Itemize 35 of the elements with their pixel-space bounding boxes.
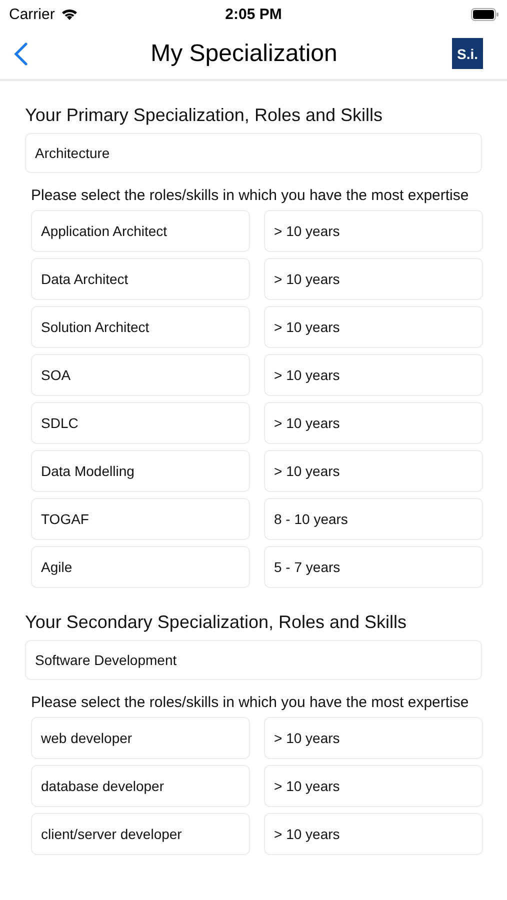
skill-field[interactable]: Application Architect <box>31 210 250 252</box>
specialization-field[interactable]: Architecture <box>25 133 482 173</box>
skill-field[interactable]: Solution Architect <box>31 306 250 348</box>
experience-field[interactable]: > 10 years <box>264 450 483 492</box>
logo: S.i. <box>452 38 483 69</box>
skill-field[interactable]: SDLC <box>31 402 250 444</box>
instruction-text: Please select the roles/skills in which you have the most expertise <box>31 187 470 205</box>
instruction-text: Please select the roles/skills in which you have the most expertise <box>31 694 470 712</box>
skill-field[interactable]: Data Architect <box>31 258 250 300</box>
skill-field[interactable]: database developer <box>31 765 250 807</box>
skill-field[interactable]: web developer <box>31 717 250 759</box>
experience-field[interactable]: > 10 years <box>264 210 483 252</box>
skill-field[interactable]: TOGAF <box>31 498 250 540</box>
experience-field[interactable]: > 10 years <box>264 717 483 759</box>
skill-field[interactable]: Data Modelling <box>31 450 250 492</box>
skill-field[interactable]: client/server developer <box>31 813 250 855</box>
experience-field[interactable]: > 10 years <box>264 765 483 807</box>
battery-icon <box>471 8 499 20</box>
specialization-field[interactable]: Software Development <box>25 640 482 680</box>
clock-time: 2:05 PM <box>225 6 282 22</box>
section-heading: Your Secondary Specialization, Roles and Skills <box>25 612 408 633</box>
experience-field[interactable]: > 10 years <box>264 402 483 444</box>
screen-title: My Specialization <box>150 40 338 68</box>
section-heading: Your Primary Specialization, Roles and Skills <box>25 105 384 126</box>
experience-field[interactable]: > 10 years <box>264 258 483 300</box>
experience-field[interactable]: > 10 years <box>264 306 483 348</box>
skill-field[interactable]: Agile <box>31 546 250 588</box>
experience-field[interactable]: 8 - 10 years <box>264 498 483 540</box>
experience-field[interactable]: > 10 years <box>264 354 483 396</box>
wifi-icon <box>60 8 78 20</box>
experience-field[interactable]: 5 - 7 years <box>264 546 483 588</box>
skill-field[interactable]: SOA <box>31 354 250 396</box>
back-chevron-icon <box>14 42 28 66</box>
experience-field[interactable]: > 10 years <box>264 813 483 855</box>
carrier-label: Carrier <box>9 6 55 22</box>
